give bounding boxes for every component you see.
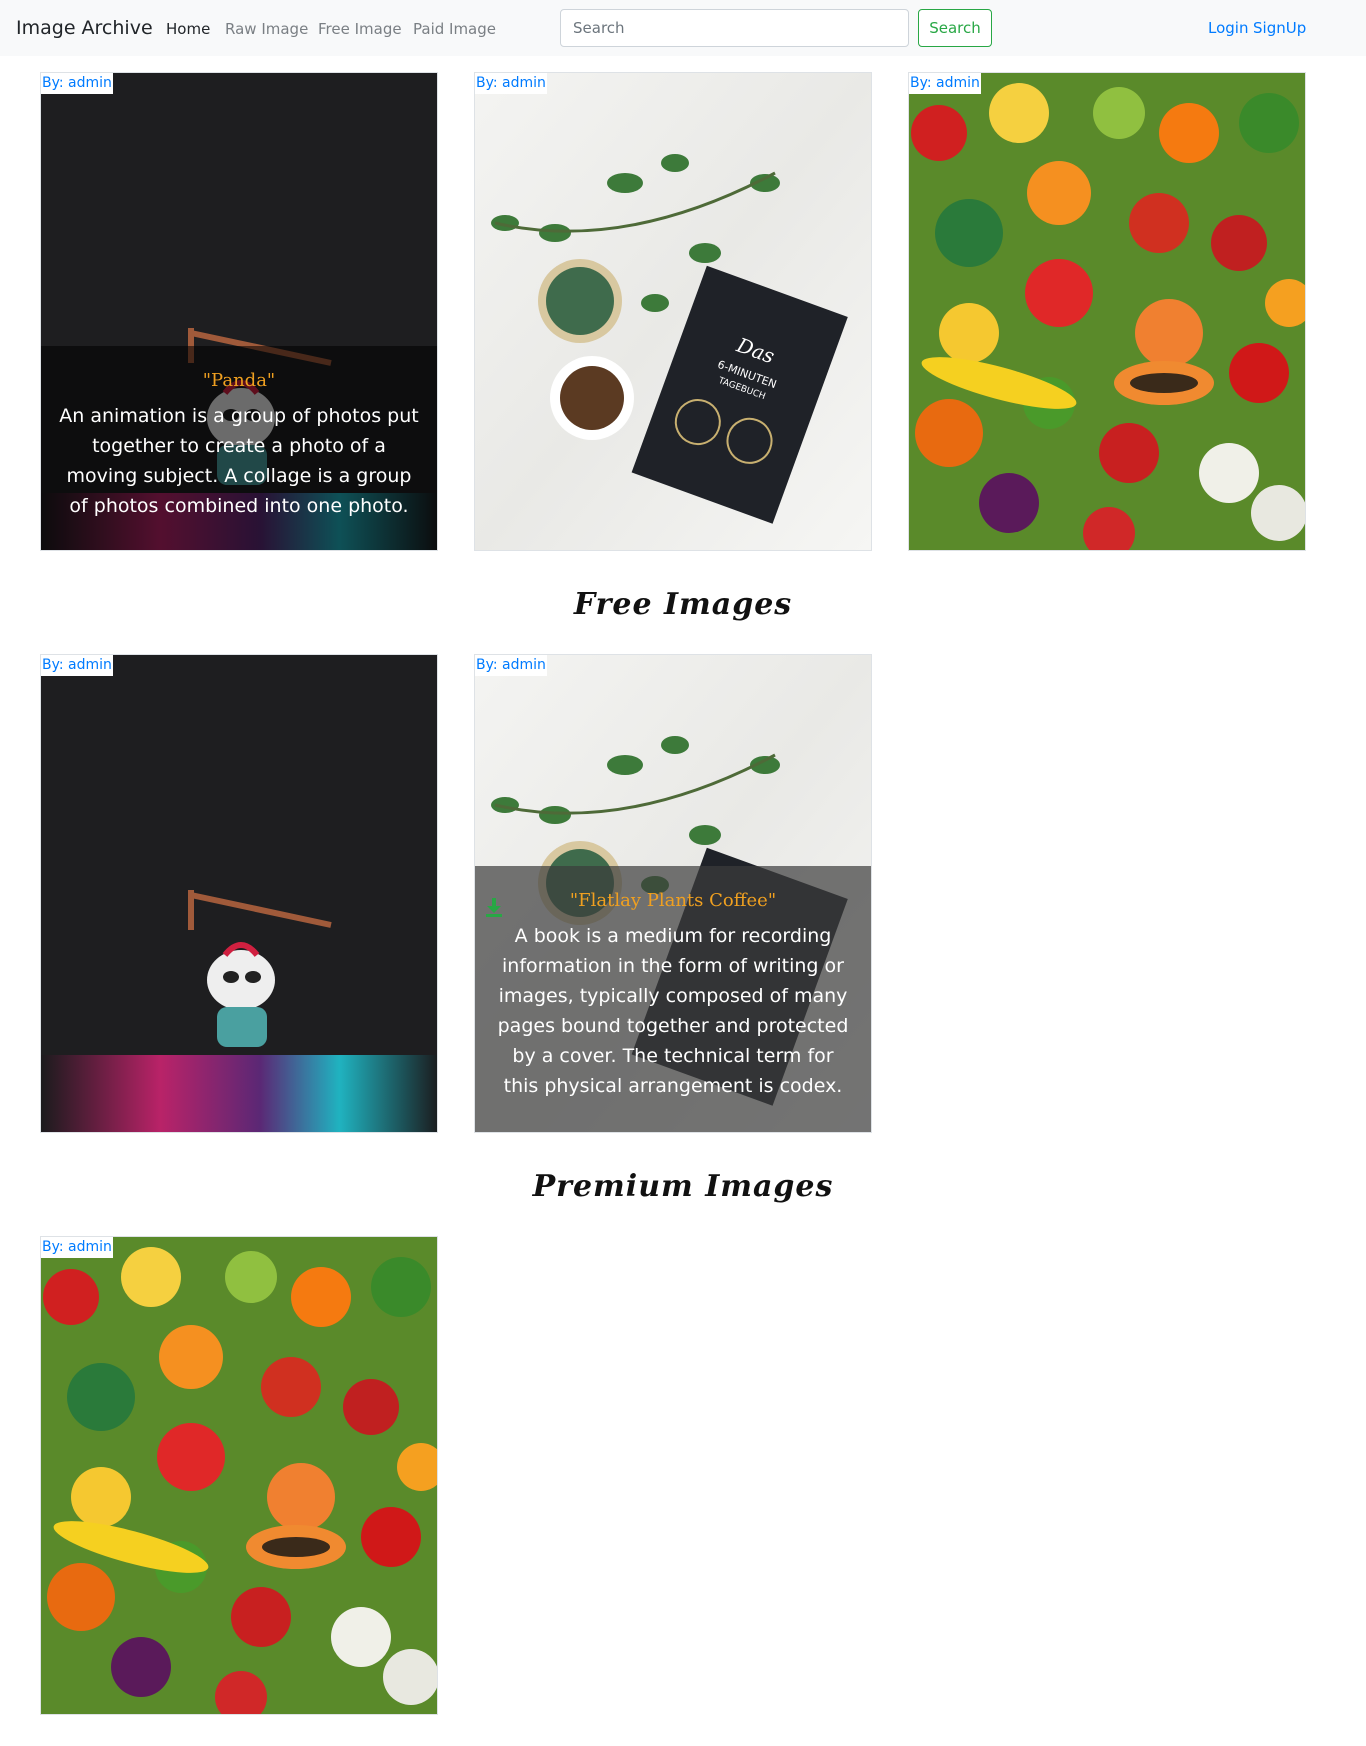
fruits-vegetables-photo [909, 73, 1305, 550]
image-card-fruits[interactable]: By: admin [40, 1236, 438, 1715]
image-description: A book is a medium for recording informa… [497, 925, 849, 1097]
image-info-overlay: "Panda" An animation is a group of photo… [41, 346, 437, 550]
signup-link[interactable]: SignUp [1253, 19, 1306, 37]
author-label[interactable]: By: admin [41, 73, 113, 94]
author-label[interactable]: By: admin [41, 1237, 113, 1258]
image-card-flatlay[interactable]: By: admin "Flatlay Plants Coffee" A book… [474, 654, 872, 1133]
nav-link-paid-image[interactable]: Paid Image [413, 20, 496, 38]
image-card-panda[interactable]: By: admin [40, 654, 438, 1133]
premium-images-heading: Premium Images [532, 1169, 834, 1204]
download-icon[interactable] [483, 896, 505, 918]
search-input[interactable] [560, 9, 909, 47]
nav-link-home[interactable]: Home [166, 20, 210, 38]
image-card-fruits[interactable]: By: admin [908, 72, 1306, 551]
image-title: "Panda" [202, 370, 276, 391]
navbar: Image Archive Home Raw Image Free Image … [0, 0, 1366, 56]
author-label[interactable]: By: admin [475, 73, 547, 94]
search-button[interactable]: Search [918, 9, 992, 47]
panda-figurine-photo [41, 655, 437, 1132]
nav-link-raw-image[interactable]: Raw Image [225, 20, 308, 38]
nav-link-free-image[interactable]: Free Image [318, 20, 402, 38]
image-description: An animation is a group of photos put to… [59, 405, 419, 517]
login-link[interactable]: Login [1208, 19, 1248, 37]
author-label[interactable]: By: admin [909, 73, 981, 94]
author-label[interactable]: By: admin [41, 655, 113, 676]
brand-logo-text[interactable]: Image Archive [16, 17, 153, 39]
free-images-heading: Free Images [573, 587, 793, 622]
image-info-overlay: "Flatlay Plants Coffee" A book is a medi… [475, 866, 871, 1132]
image-title: "Flatlay Plants Coffee" [569, 890, 777, 911]
image-card-flatlay[interactable]: Das 6-MINUTEN TAGEBUCH By: admin [474, 72, 872, 551]
author-label[interactable]: By: admin [475, 655, 547, 676]
flatlay-plants-coffee-photo: Das 6-MINUTEN TAGEBUCH [475, 73, 871, 550]
image-card-panda[interactable]: By: admin "Panda" An animation is a grou… [40, 72, 438, 551]
fruits-vegetables-photo [41, 1237, 437, 1714]
